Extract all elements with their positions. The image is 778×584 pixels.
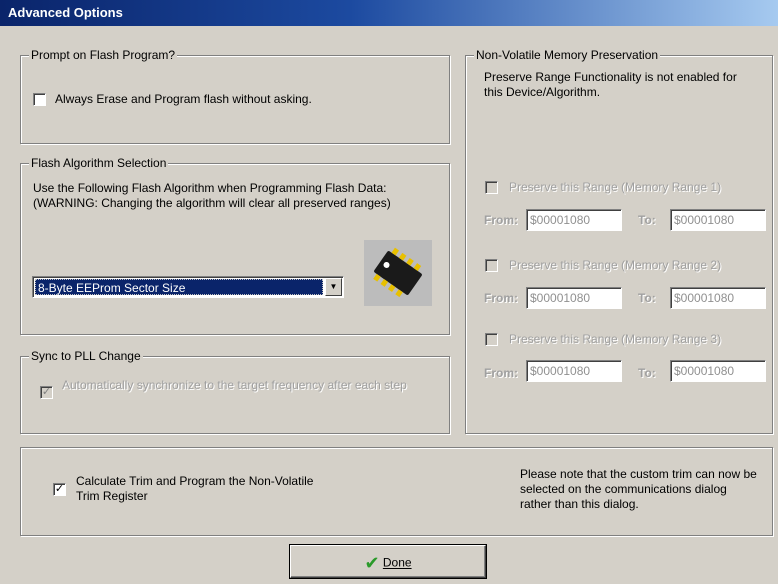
done-button[interactable]: ✔ Done bbox=[290, 545, 486, 578]
ic-chip-icon bbox=[364, 240, 432, 306]
preserve-range-3-checkbox[interactable] bbox=[485, 333, 498, 346]
sync-pll-checkbox[interactable]: ✓ bbox=[40, 386, 53, 399]
range-2-from-label: From: bbox=[484, 291, 518, 305]
range-1-to-label: To: bbox=[638, 213, 656, 227]
range-2-to-label: To: bbox=[638, 291, 656, 305]
range-1-from-label: From: bbox=[484, 213, 518, 227]
calculate-trim-label[interactable]: Calculate Trim and Program the Non-Volat… bbox=[76, 474, 316, 504]
flash-algorithm-selected-value: 8-Byte EEProm Sector Size bbox=[35, 279, 323, 295]
preserve-range-1-checkbox[interactable] bbox=[485, 181, 498, 194]
dropdown-arrow-icon[interactable]: ▼ bbox=[325, 278, 342, 296]
prompt-group-legend: Prompt on Flash Program? bbox=[29, 47, 178, 63]
window-title: Advanced Options bbox=[8, 5, 123, 20]
preserve-range-2-label[interactable]: Preserve this Range (Memory Range 2) bbox=[509, 258, 721, 273]
advanced-options-dialog: Advanced Options Prompt on Flash Program… bbox=[0, 0, 778, 584]
always-erase-checkbox[interactable] bbox=[33, 93, 46, 106]
green-checkmark-icon: ✔ bbox=[364, 553, 380, 573]
range-2-from-field[interactable]: $00001080 bbox=[526, 287, 622, 309]
range-3-from-label: From: bbox=[484, 366, 518, 380]
flash-algorithm-legend: Flash Algorithm Selection bbox=[29, 155, 169, 171]
range-1-to-field[interactable]: $00001080 bbox=[670, 209, 766, 231]
flash-algorithm-description: Use the Following Flash Algorithm when P… bbox=[33, 181, 391, 210]
always-erase-label[interactable]: Always Erase and Program flash without a… bbox=[55, 92, 312, 107]
preserve-range-2-checkbox[interactable] bbox=[485, 259, 498, 272]
preserve-range-3-label[interactable]: Preserve this Range (Memory Range 3) bbox=[509, 332, 721, 347]
preserve-range-1-label[interactable]: Preserve this Range (Memory Range 1) bbox=[509, 180, 721, 195]
calculate-trim-checkbox[interactable]: ✓ bbox=[53, 483, 66, 496]
title-bar[interactable]: Advanced Options bbox=[0, 0, 778, 26]
done-button-label: Done bbox=[382, 555, 412, 570]
nvm-note: Preserve Range Functionality is not enab… bbox=[484, 70, 737, 99]
range-3-from-field[interactable]: $00001080 bbox=[526, 360, 622, 382]
range-3-to-field[interactable]: $00001080 bbox=[670, 360, 766, 382]
sync-pll-legend: Sync to PLL Change bbox=[29, 348, 143, 364]
trim-note: Please note that the custom trim can now… bbox=[520, 467, 757, 511]
sync-pll-group: Sync to PLL Change bbox=[20, 348, 450, 434]
flash-algorithm-select[interactable]: 8-Byte EEProm Sector Size ▼ bbox=[32, 276, 344, 298]
range-3-to-label: To: bbox=[638, 366, 656, 380]
nvm-preservation-legend: Non-Volatile Memory Preservation bbox=[474, 47, 661, 63]
sync-pll-label[interactable]: Automatically synchronize to the target … bbox=[62, 378, 422, 393]
range-2-to-field[interactable]: $00001080 bbox=[670, 287, 766, 309]
range-1-from-field[interactable]: $00001080 bbox=[526, 209, 622, 231]
